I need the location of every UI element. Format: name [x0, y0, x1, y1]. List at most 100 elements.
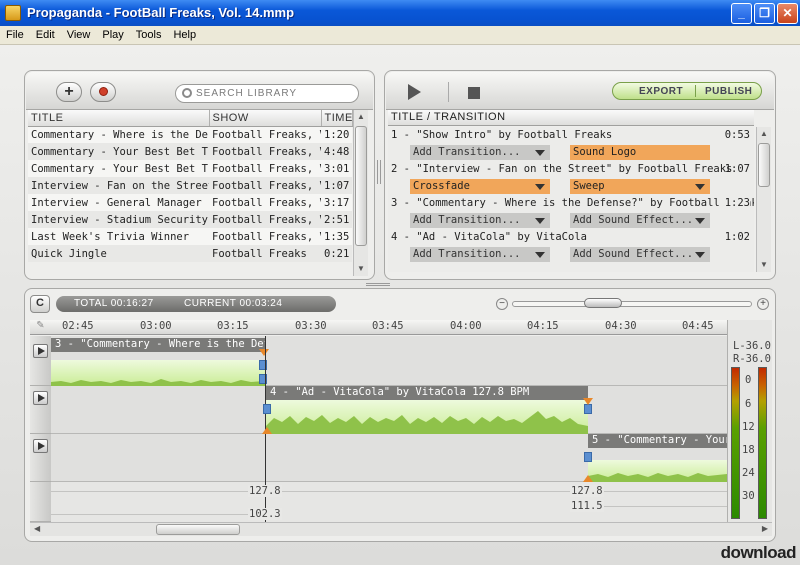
zoom-in-icon[interactable]: +: [757, 298, 769, 310]
bpm-label: 111.5: [570, 500, 604, 512]
timeline-scroll-thumb[interactable]: [156, 524, 240, 535]
clip-start-marker[interactable]: [263, 404, 271, 414]
table-row[interactable]: Last Week's Trivia Winner Football Freaks…: [28, 228, 352, 245]
playlist-item[interactable]: 3 - "Commentary - Where is the Defense?"…: [388, 195, 754, 212]
track-play-icon[interactable]: [33, 439, 48, 453]
fade-cue-icon[interactable]: [583, 475, 593, 482]
playlist-header: TITLE / TRANSITION: [388, 110, 754, 126]
transition-dropdown[interactable]: Add Transition...: [410, 213, 550, 228]
fade-cue-icon[interactable]: [583, 398, 593, 405]
publish-button[interactable]: PUBLISH: [705, 86, 752, 97]
sound-effect-dropdown[interactable]: Add Sound Effect...: [570, 247, 710, 262]
menu-play[interactable]: Play: [96, 26, 129, 41]
clip-3[interactable]: 3 - "Commentary - Where is the Defense?"…: [51, 338, 266, 386]
pill-divider: [695, 85, 696, 97]
bpm-label: 127.8: [248, 485, 282, 497]
playlist-scroll-thumb[interactable]: [758, 143, 770, 187]
sound-effect-dropdown[interactable]: Sound Logo: [570, 145, 710, 160]
column-show[interactable]: SHOW: [209, 110, 322, 127]
pencil-icon[interactable]: ✎: [30, 320, 51, 335]
track-play-icon[interactable]: [33, 391, 48, 405]
menu-view[interactable]: View: [61, 26, 97, 41]
sound-effect-dropdown[interactable]: Add Sound Effect...: [570, 213, 710, 228]
menu-help[interactable]: Help: [167, 26, 202, 41]
timeline-scrollbar[interactable]: ◀ ▶: [30, 522, 772, 536]
chevron-down-icon: [695, 252, 705, 258]
close-button[interactable]: ✕: [777, 3, 798, 24]
title-bar[interactable]: Propaganda - FootBall Freaks, Vol. 14.mm…: [0, 0, 800, 26]
table-row[interactable]: Commentary - Your Best Bet This WeekFoot…: [28, 143, 352, 160]
playlist-item[interactable]: 1 - "Show Intro" by Football Freaks 0:53: [388, 127, 754, 144]
column-title[interactable]: TITLE: [28, 110, 210, 127]
chevron-down-icon: [695, 184, 705, 190]
menu-edit[interactable]: Edit: [30, 26, 61, 41]
playlist-scrollbar[interactable]: ▲ ▼: [756, 127, 771, 272]
stop-icon[interactable]: [468, 87, 480, 99]
ruler-tick: 04:00: [450, 320, 482, 332]
zoom-out-icon[interactable]: −: [496, 298, 508, 310]
clip-end-marker[interactable]: [584, 404, 592, 414]
library-table: TITLE SHOW TIME Commentary - Where is th…: [28, 110, 353, 262]
table-row[interactable]: Interview - General Manager Football Frea…: [28, 194, 352, 211]
playlist-item[interactable]: 2 - "Interview - Fan on the Street" by F…: [388, 161, 754, 178]
scroll-down-icon[interactable]: ▼: [757, 258, 771, 272]
ruler-tick: 04:45: [682, 320, 714, 332]
zoom-slider[interactable]: [512, 301, 752, 307]
ruler-tick: 03:15: [217, 320, 249, 332]
export-button[interactable]: EXPORT: [639, 86, 683, 97]
table-row[interactable]: Commentary - Your Best Bet This WeekFoot…: [28, 160, 352, 177]
menu-bar: File Edit View Play Tools Help: [0, 26, 800, 45]
vu-scale-label: 30: [742, 490, 755, 502]
search-library[interactable]: SEARCH LIBRARY: [175, 84, 359, 103]
table-row[interactable]: Commentary - Where is the Defense?Footba…: [28, 126, 352, 143]
menu-tools[interactable]: Tools: [130, 26, 168, 41]
track-control-empty: [30, 482, 51, 522]
scroll-left-icon[interactable]: ◀: [34, 524, 40, 533]
vu-scale-label: 0: [745, 374, 752, 386]
track-play-icon[interactable]: [33, 344, 48, 358]
clip-5[interactable]: 5 - "Commentary - Your Best Bet This Wee…: [588, 434, 727, 482]
transition-dropdown[interactable]: Crossfade: [410, 179, 550, 194]
scroll-down-icon[interactable]: ▼: [354, 262, 368, 276]
chevron-down-icon: [535, 252, 545, 258]
record-button[interactable]: [90, 82, 116, 102]
transition-dropdown[interactable]: Add Transition...: [410, 247, 550, 262]
vu-scale-label: 12: [742, 421, 755, 433]
c-button[interactable]: C: [30, 295, 50, 313]
table-row[interactable]: Interview - Stadium Security Football Fre…: [28, 211, 352, 228]
vu-left-label: L-36.0: [733, 340, 771, 352]
maximize-button[interactable]: ❐: [754, 3, 775, 24]
zoom-slider-thumb[interactable]: [584, 298, 622, 308]
table-row[interactable]: Quick Jingle Football Freaks 0:21: [28, 245, 352, 262]
waveform-graphic: [51, 379, 266, 386]
search-input[interactable]: SEARCH LIBRARY: [196, 88, 297, 99]
chevron-down-icon: [535, 150, 545, 156]
scroll-up-icon[interactable]: ▲: [757, 127, 771, 141]
current-time: CURRENT 00:03:24: [184, 298, 283, 309]
table-row[interactable]: Interview - Fan on the Street Football Fr…: [28, 177, 352, 194]
clip-start-marker[interactable]: [584, 452, 592, 462]
library-scroll-thumb[interactable]: [355, 126, 367, 246]
fade-cue-icon[interactable]: [262, 427, 272, 434]
time-ruler[interactable]: 02:45 03:00 03:15 03:30 03:45 04:00 04:1…: [51, 320, 727, 335]
play-icon[interactable]: [408, 84, 421, 100]
ruler-tick: 02:45: [62, 320, 94, 332]
fade-cue-icon[interactable]: [259, 349, 269, 356]
scroll-right-icon[interactable]: ▶: [762, 524, 768, 533]
track-control-2: [30, 386, 51, 434]
playlist-item[interactable]: 4 - "Ad - VitaCola" by VitaCola 1:02: [388, 229, 754, 246]
vertical-splitter[interactable]: [377, 160, 381, 184]
search-icon: [182, 88, 192, 98]
transition-dropdown[interactable]: Add Transition...: [410, 145, 550, 160]
menu-file[interactable]: File: [0, 26, 30, 41]
clip-4[interactable]: 4 - "Ad - VitaCola" by VitaCola 127.8 BP…: [266, 386, 588, 434]
minimize-button[interactable]: _: [731, 3, 752, 24]
add-track-button[interactable]: +: [56, 82, 82, 102]
horizontal-splitter[interactable]: [366, 283, 390, 286]
column-time[interactable]: TIME: [321, 110, 353, 127]
vu-meter-right: [758, 367, 767, 519]
scroll-up-icon[interactable]: ▲: [354, 110, 368, 124]
ruler-tick: 04:15: [527, 320, 559, 332]
library-scrollbar[interactable]: ▲ ▼: [353, 110, 368, 276]
sound-effect-dropdown[interactable]: Sweep: [570, 179, 710, 194]
